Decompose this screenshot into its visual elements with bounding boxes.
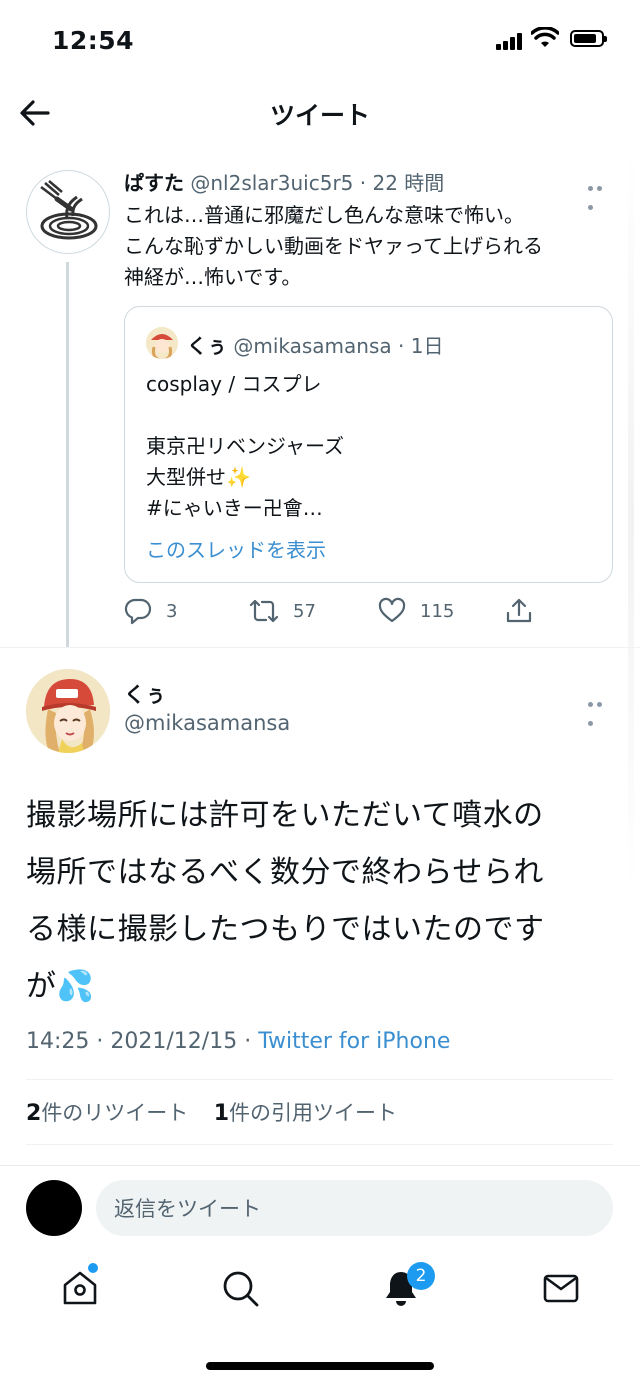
reply-input[interactable]: 返信をツイート: [96, 1180, 613, 1236]
reply-icon: [124, 598, 152, 625]
messages-icon[interactable]: [541, 1268, 581, 1308]
quote-count: 1: [213, 1101, 229, 1126]
retweets-stat[interactable]: 2件のリツイート: [26, 1101, 189, 1126]
cellular-signal-icon: [496, 31, 524, 50]
share-icon[interactable]: [505, 597, 533, 625]
tweet-stats: 2件のリツイート 1件の引用ツイート: [26, 1097, 397, 1127]
display-name[interactable]: くぅ: [124, 679, 166, 709]
display-name[interactable]: ぱすた: [124, 171, 184, 195]
show-thread-link[interactable]: このスレッドを表示: [146, 534, 326, 563]
tweet-text: これは…普通に邪魔だし色んな意味で怖い。 こんな恥ずかしい動画をドヤァって上げら…: [124, 203, 543, 289]
wifi-icon: [531, 27, 559, 47]
reply-action[interactable]: 3: [124, 596, 177, 626]
like-count: 115: [420, 600, 455, 622]
home-unread-dot: [88, 1263, 98, 1273]
notification-badge: 2: [407, 1262, 435, 1290]
quoted-display-name: くぅ: [187, 334, 227, 358]
tweet-age[interactable]: 22 時間: [372, 171, 444, 195]
divider: [26, 1144, 613, 1145]
my-avatar[interactable]: [26, 1180, 82, 1236]
divider: [26, 1079, 613, 1080]
separator: ·: [89, 1029, 111, 1054]
page-title: ツイート: [269, 101, 370, 130]
retweet-count: 2: [26, 1101, 42, 1126]
retweet-icon: [249, 599, 279, 623]
retweet-count: 57: [293, 600, 316, 622]
thread-line: [66, 262, 69, 648]
handle[interactable]: @mikasamansa: [124, 711, 290, 735]
retweet-action[interactable]: 57: [249, 596, 316, 626]
avatar[interactable]: [26, 170, 110, 254]
divider: [0, 647, 640, 648]
separator: ·: [237, 1029, 259, 1054]
tweet-metadata: 14:25 · 2021/12/15 · Twitter for iPhone: [26, 1029, 450, 1054]
tweet-date: 2021/12/15: [110, 1029, 238, 1054]
home-indicator[interactable]: [206, 1362, 434, 1370]
tweet-text: 撮影場所には許可をいただいて噴水の 場所ではなるべく数分で終わらせられ る様に撮…: [26, 798, 545, 1004]
pasta-logo-icon: [40, 180, 98, 240]
tweet-time: 14:25: [26, 1029, 90, 1054]
quote-label: 件の引用ツイート: [229, 1101, 397, 1125]
quoted-tweet-header: くぅ @mikasamansa · 1日: [187, 330, 443, 359]
status-time: 12:54: [52, 26, 135, 55]
tweet-source-link[interactable]: Twitter for iPhone: [258, 1029, 450, 1054]
retweet-label: 件のリツイート: [41, 1101, 189, 1125]
handle[interactable]: @nl2slar3uic5r5: [190, 171, 353, 195]
avatar[interactable]: [26, 669, 110, 753]
search-icon[interactable]: [220, 1268, 260, 1308]
separator: ·: [391, 334, 411, 358]
quoted-handle: @mikasamansa: [233, 334, 392, 358]
more-options-icon[interactable]: [588, 176, 612, 210]
heart-icon: [378, 597, 406, 623]
quoted-tweet-text: cosplay / コスプレ 東京卍リベンジャーズ 大型併せ✨ #にゃいきー卍會…: [146, 372, 344, 520]
quotes-stat[interactable]: 1件の引用ツイート: [213, 1101, 397, 1126]
quoted-avatar: [146, 327, 178, 359]
more-options-icon[interactable]: [588, 692, 612, 726]
divider: [0, 1165, 640, 1166]
separator: ·: [353, 171, 373, 195]
home-icon[interactable]: [60, 1268, 100, 1308]
battery-icon: [570, 30, 607, 47]
like-action[interactable]: 115: [378, 596, 454, 626]
user-avatar-illustration: [26, 669, 110, 753]
tweet-header: ぱすた @nl2slar3uic5r5 · 22 時間: [124, 167, 444, 196]
quoted-age: 1日: [410, 334, 444, 358]
scroll-shadow: [628, 150, 634, 890]
reply-count: 3: [166, 600, 178, 622]
